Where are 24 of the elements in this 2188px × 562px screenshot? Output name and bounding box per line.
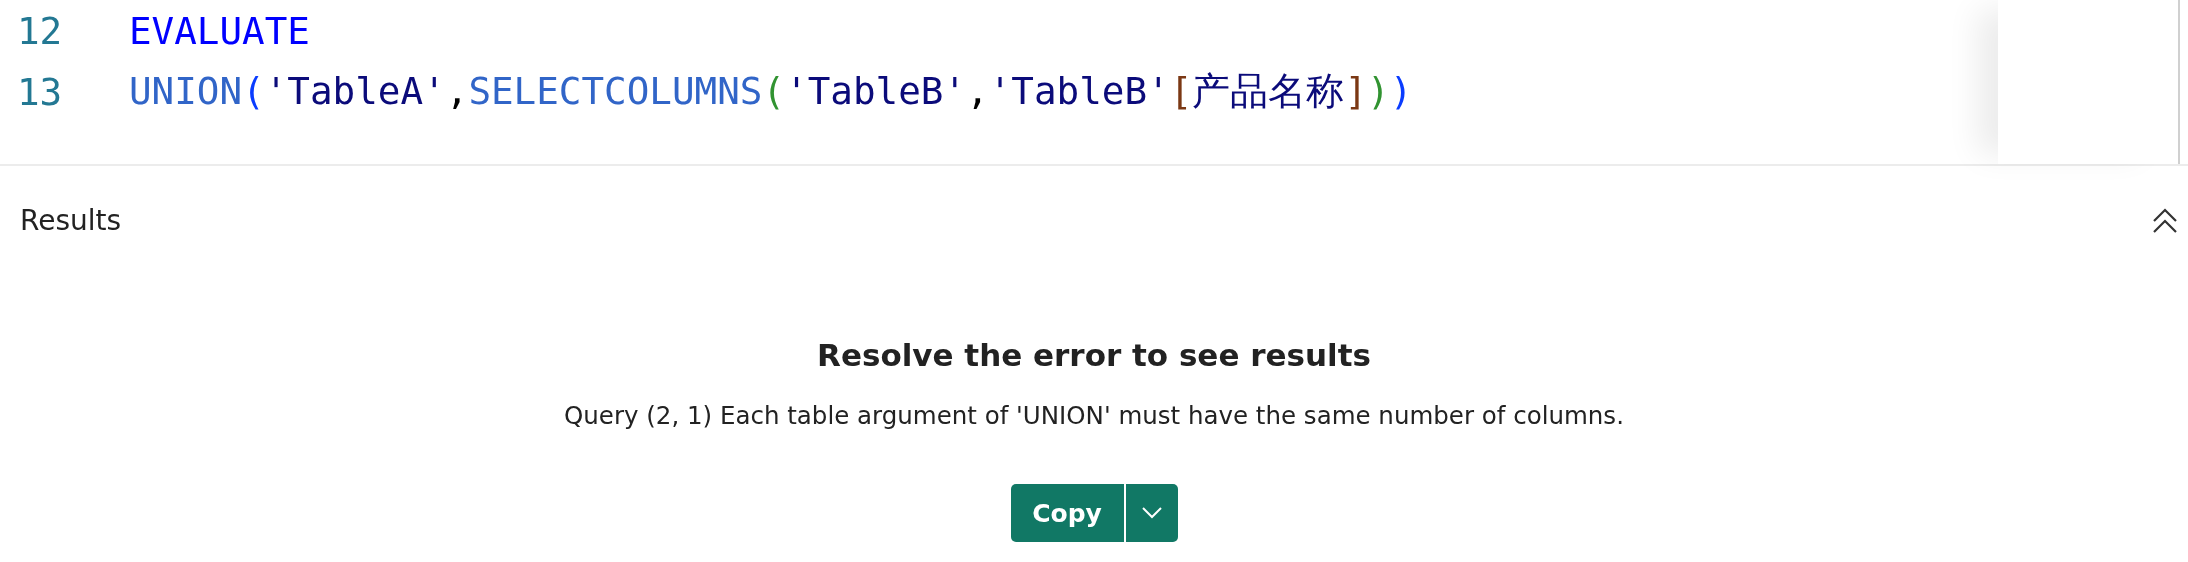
comma-token: , [966,68,989,113]
function-token: SELECTCOLUMNS [468,68,763,113]
parenthesis-token: ( [762,68,786,113]
chevron-down-icon [1141,507,1162,519]
line-number: 12 [16,8,64,53]
line-number: 13 [16,69,64,114]
parenthesis-token: ( [242,68,265,113]
bracket-token: [ [1169,68,1193,113]
copy-button[interactable]: Copy [1010,484,1124,542]
parenthesis-token: ) [1389,68,1413,113]
string-token: 'TableB' [988,68,1170,113]
double-chevron-icon[interactable] [2152,207,2178,234]
bracket-token: ] [1344,68,1367,113]
error-title: Resolve the error to see results [817,337,1371,373]
comma-token: , [445,68,469,113]
parenthesis-token: ) [1367,68,1390,113]
error-message: Query (2, 1) Each table argument of 'UNION' must have the same number of columns. [564,401,1624,430]
results-title: Results [20,204,122,237]
string-token: 'TableB' [785,68,967,113]
dropdown-button[interactable] [1123,484,1178,542]
string-token: 'TableA' [264,68,446,113]
function-token: UNION [129,68,243,113]
string-token: 产品名称 [1192,68,1345,113]
keyword-token: EVALUATE [129,8,310,53]
